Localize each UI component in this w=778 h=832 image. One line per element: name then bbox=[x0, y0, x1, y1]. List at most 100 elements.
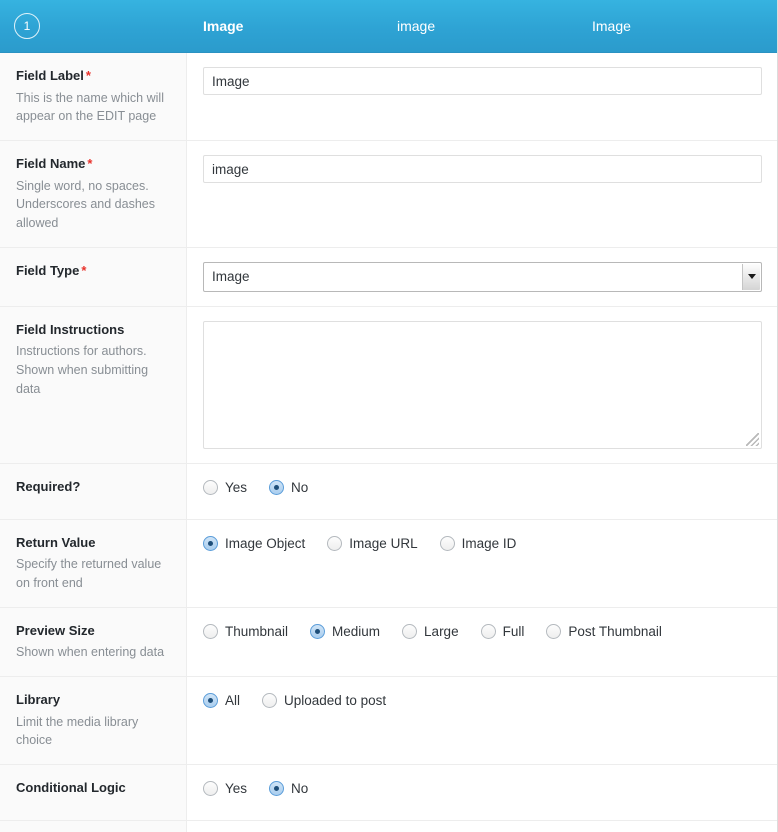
library-radio-uploaded-to-post-label: Uploaded to post bbox=[284, 693, 387, 709]
library-radio-uploaded-to-post[interactable]: Uploaded to post bbox=[262, 693, 387, 709]
field-label-title: Field Label * bbox=[16, 67, 170, 85]
radio-icon-selected[interactable] bbox=[203, 535, 218, 551]
radio-icon[interactable] bbox=[203, 479, 218, 495]
field-type-title-text: Field Type bbox=[16, 262, 80, 278]
field-label-label-cell: Field Label * This is the name which will… bbox=[0, 53, 187, 141]
field-order-number: 1 bbox=[23, 19, 31, 33]
field-type-selected-value: Image bbox=[212, 269, 250, 285]
library-radio-group: All Uploaded to post bbox=[203, 691, 761, 709]
required-radio-no-label: No bbox=[291, 479, 309, 495]
preview-size-radio-full-label: Full bbox=[502, 623, 525, 639]
preview-size-radio-large-label: Large bbox=[424, 623, 459, 639]
row-preview-size: Preview Size Shown when entering data Th… bbox=[0, 607, 777, 678]
row-required: Required? Yes No bbox=[0, 463, 777, 520]
radio-icon[interactable] bbox=[203, 623, 218, 639]
library-radio-all-label: All bbox=[225, 693, 241, 709]
radio-icon-selected[interactable] bbox=[269, 479, 285, 495]
row-field-type: Field Type * Image bbox=[0, 247, 777, 307]
field-type-select[interactable]: Image bbox=[203, 261, 762, 292]
return-value-radio-image-id-label: Image ID bbox=[461, 535, 517, 551]
field-name-label-cell: Field Name * Single word, no spaces. Unde… bbox=[0, 141, 187, 247]
preview-size-radio-thumbnail[interactable]: Thumbnail bbox=[203, 623, 289, 639]
preview-size-radio-post-thumbnail-label: Post Thumbnail bbox=[568, 623, 662, 639]
radio-icon[interactable] bbox=[262, 693, 278, 709]
radio-icon[interactable] bbox=[439, 535, 455, 551]
required-label-cell: Required? bbox=[0, 463, 187, 519]
row-conditional-logic: Conditional Logic Yes No bbox=[0, 765, 777, 822]
preview-size-radio-large[interactable]: Large bbox=[402, 623, 459, 639]
radio-icon-selected[interactable] bbox=[269, 781, 285, 797]
field-header-bar[interactable]: 1 Image image Image bbox=[0, 0, 777, 53]
preview-size-radio-medium[interactable]: Medium bbox=[310, 623, 380, 639]
conditional-logic-radio-group: Yes No bbox=[203, 779, 761, 797]
required-radio-no[interactable]: No bbox=[269, 479, 309, 495]
chevron-down-icon[interactable] bbox=[742, 263, 760, 290]
field-label-input-cell bbox=[187, 53, 777, 141]
radio-icon[interactable] bbox=[327, 535, 343, 551]
library-title: Library bbox=[16, 691, 170, 709]
radio-icon[interactable] bbox=[203, 781, 218, 797]
field-type-title: Field Type * bbox=[16, 262, 170, 280]
footer-label-cell bbox=[0, 821, 187, 832]
row-field-instructions: Field Instructions Instructions for auth… bbox=[0, 306, 777, 464]
preview-size-radio-full[interactable]: Full bbox=[480, 623, 525, 639]
return-value-radio-image-url-label: Image URL bbox=[349, 535, 418, 551]
row-library: Library Limit the media library choice A… bbox=[0, 677, 777, 766]
field-instructions-textarea[interactable] bbox=[203, 320, 762, 449]
field-instructions-title: Field Instructions bbox=[16, 321, 170, 339]
required-asterisk-icon: * bbox=[87, 156, 93, 172]
conditional-logic-radio-no[interactable]: No bbox=[269, 781, 308, 797]
field-label-description: This is the name which will appear on th… bbox=[16, 90, 164, 124]
field-name-input[interactable] bbox=[203, 155, 762, 184]
field-instructions-title-text: Field Instructions bbox=[16, 321, 125, 337]
preview-size-input-cell: Thumbnail Medium Large Full Post Thumbna… bbox=[187, 607, 777, 677]
return-value-title: Return Value bbox=[16, 534, 170, 552]
field-type-input-cell: Image bbox=[187, 247, 777, 306]
return-value-description: Specify the returned value on front end bbox=[16, 557, 162, 591]
field-name-title-text: Field Name bbox=[16, 156, 86, 172]
preview-size-radio-post-thumbnail[interactable]: Post Thumbnail bbox=[546, 623, 662, 639]
preview-size-title: Preview Size bbox=[16, 622, 170, 640]
field-instructions-input-cell bbox=[187, 306, 777, 463]
library-label-cell: Library Limit the media library choice bbox=[0, 677, 187, 765]
library-input-cell: All Uploaded to post bbox=[187, 677, 777, 765]
return-value-title-text: Return Value bbox=[16, 534, 96, 550]
return-value-input-cell: Image Object Image URL Image ID bbox=[187, 519, 777, 607]
preview-size-label-cell: Preview Size Shown when entering data bbox=[0, 607, 187, 677]
library-description: Limit the media library choice bbox=[16, 714, 139, 748]
required-radio-yes-label: Yes bbox=[225, 479, 248, 495]
field-name-title: Field Name * bbox=[16, 155, 170, 173]
conditional-logic-radio-yes-label: Yes bbox=[225, 781, 248, 797]
return-value-radio-image-object-label: Image Object bbox=[225, 535, 306, 551]
field-name-input-cell bbox=[187, 141, 777, 247]
conditional-logic-label-cell: Conditional Logic bbox=[0, 765, 187, 821]
return-value-radio-image-url[interactable]: Image URL bbox=[327, 535, 418, 551]
required-title: Required? bbox=[16, 478, 170, 496]
field-label-title-text: Field Label bbox=[16, 68, 84, 83]
conditional-logic-title: Conditional Logic bbox=[16, 779, 170, 797]
acf-field-editor-panel: 1 Image image Image Field Label * This is… bbox=[0, 0, 778, 832]
field-instructions-label-cell: Field Instructions Instructions for auth… bbox=[0, 306, 187, 463]
required-radio-yes[interactable]: Yes bbox=[203, 479, 248, 495]
footer-action-cell: Close Field bbox=[187, 821, 777, 832]
required-asterisk-icon: * bbox=[85, 68, 91, 83]
header-field-name: image bbox=[397, 18, 436, 34]
conditional-logic-input-cell: Yes No bbox=[187, 765, 777, 821]
return-value-radio-group: Image Object Image URL Image ID bbox=[203, 534, 761, 551]
row-field-label: Field Label * This is the name which will… bbox=[0, 53, 777, 142]
conditional-logic-radio-yes[interactable]: Yes bbox=[203, 781, 248, 797]
field-label-input[interactable] bbox=[203, 67, 762, 95]
return-value-radio-image-object[interactable]: Image Object bbox=[203, 535, 306, 551]
radio-icon[interactable] bbox=[546, 623, 562, 639]
preview-size-radio-thumbnail-label: Thumbnail bbox=[225, 623, 289, 639]
radio-icon-selected[interactable] bbox=[310, 623, 326, 639]
field-type-label-cell: Field Type * bbox=[0, 247, 187, 306]
library-radio-all[interactable]: All bbox=[203, 693, 241, 709]
header-field-type: Image bbox=[592, 18, 631, 34]
radio-icon[interactable] bbox=[480, 623, 496, 639]
radio-icon-selected[interactable] bbox=[203, 693, 218, 709]
radio-icon[interactable] bbox=[402, 623, 418, 639]
resize-handle-icon[interactable] bbox=[746, 432, 759, 446]
return-value-radio-image-id[interactable]: Image ID bbox=[439, 535, 517, 551]
required-asterisk-icon: * bbox=[81, 262, 87, 278]
